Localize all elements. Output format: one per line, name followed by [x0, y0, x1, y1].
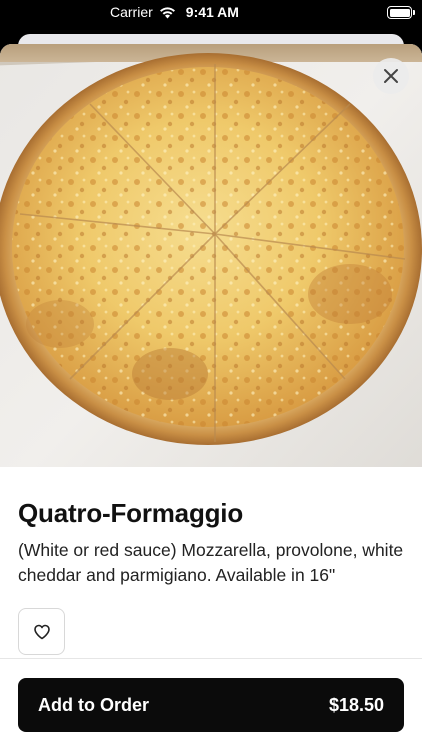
- item-image: [0, 44, 422, 467]
- clock-time: 9:41 AM: [185, 4, 239, 20]
- carrier-label: Carrier: [110, 4, 153, 20]
- favorite-button[interactable]: [18, 608, 65, 655]
- item-price: $18.50: [328, 694, 384, 715]
- item-info: Quatro-Formaggio (White or red sauce) Mo…: [0, 467, 422, 655]
- wifi-icon: [159, 6, 175, 18]
- status-bar: Carrier 9:41 AM: [0, 0, 422, 26]
- battery-icon: [387, 6, 415, 19]
- item-title: Quatro-Formaggio: [18, 498, 244, 528]
- close-icon: [384, 69, 398, 83]
- item-description: (White or red sauce) Mozzarella, provolo…: [18, 540, 404, 585]
- footer-bar: Add to Order $18.50: [0, 658, 422, 750]
- close-button[interactable]: [373, 58, 409, 94]
- item-detail-sheet: Quatro-Formaggio (White or red sauce) Mo…: [0, 44, 422, 750]
- heart-icon: [33, 624, 50, 639]
- status-left: Carrier 9:41 AM: [110, 4, 239, 20]
- add-to-order-label: Add to Order: [38, 694, 149, 715]
- add-to-order-button[interactable]: Add to Order $18.50: [18, 678, 404, 732]
- pizza-photo: [0, 53, 422, 445]
